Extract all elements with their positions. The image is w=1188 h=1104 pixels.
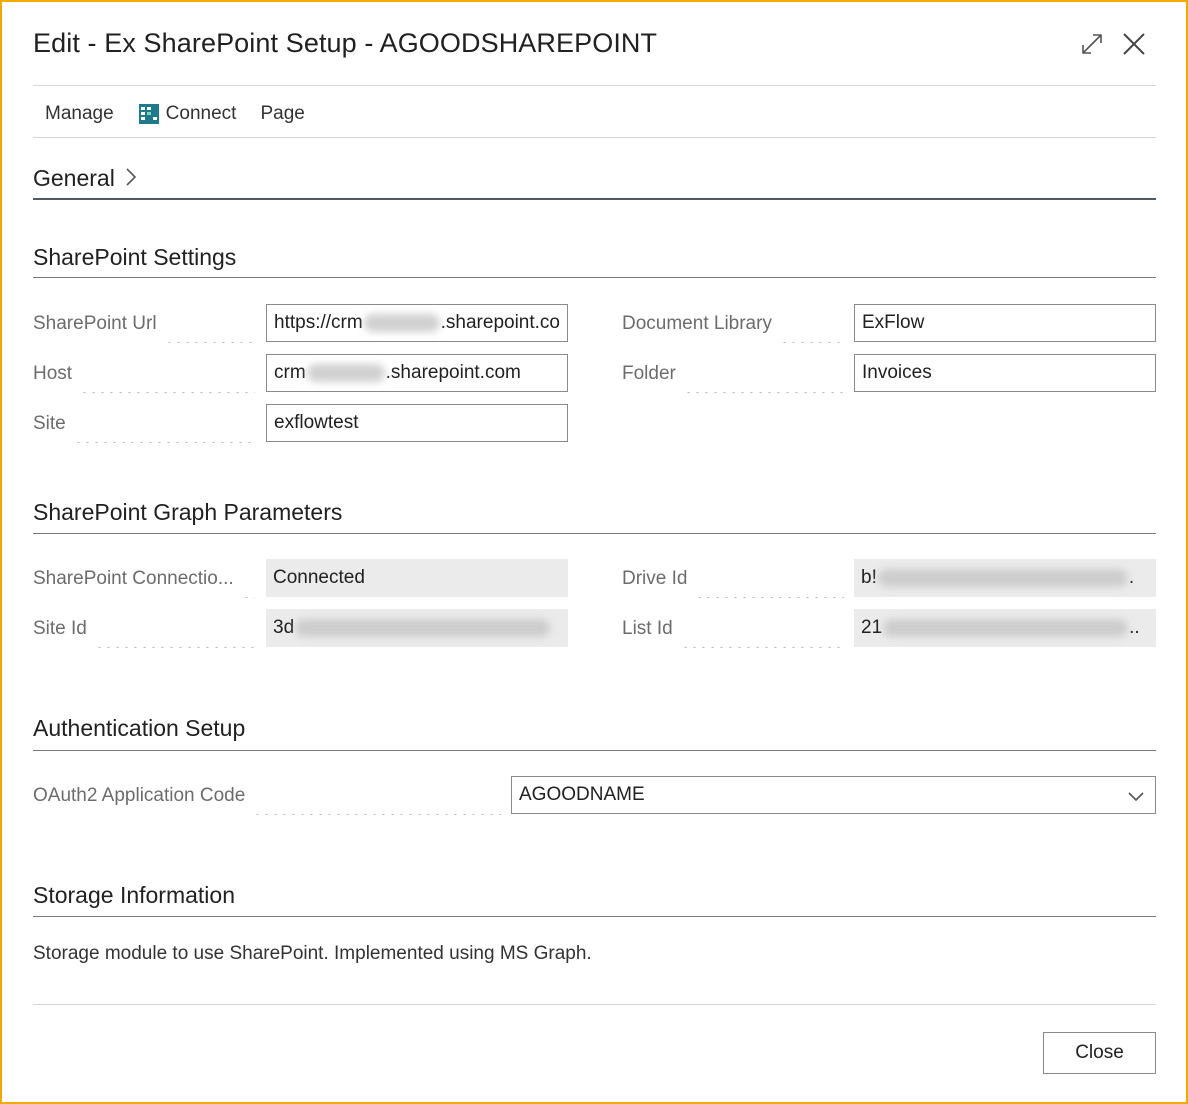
site-id-value: 3d [266, 609, 568, 647]
redacted-text [363, 314, 440, 332]
site-label: Site [33, 405, 255, 443]
sharepoint-connection-label: SharePoint Connectio... [33, 560, 255, 598]
site-id-label: Site Id [33, 610, 255, 648]
expand-icon [1082, 34, 1102, 54]
sharepoint-connection-value: Connected [266, 559, 568, 597]
section-sharepoint-settings-title: SharePoint Settings [33, 244, 237, 270]
action-manage[interactable]: Manage [33, 98, 126, 130]
document-library-input[interactable]: ExFlow [854, 304, 1156, 342]
folder-label: Folder [622, 355, 844, 393]
close-icon [1123, 33, 1145, 55]
action-bar: Manage Connect Page [33, 98, 317, 130]
drive-id-label: Drive Id [622, 560, 844, 598]
chevron-right-icon [125, 166, 137, 193]
expand-button[interactable] [1076, 28, 1108, 60]
dialog-title: Edit - Ex SharePoint Setup - AGOODSHAREP… [33, 28, 658, 58]
close-button[interactable]: Close [1043, 1032, 1156, 1074]
general-divider [33, 198, 1156, 200]
title-divider [33, 85, 1156, 86]
action-divider [33, 137, 1156, 138]
action-connect[interactable]: Connect [126, 98, 249, 130]
redacted-text [295, 619, 551, 637]
redacted-text [877, 569, 1128, 587]
storage-divider [33, 916, 1156, 917]
redacted-text [306, 364, 385, 382]
drive-id-value: b! . [854, 559, 1156, 597]
connect-icon [138, 103, 160, 125]
action-page[interactable]: Page [248, 98, 316, 130]
oauth2-application-code-label: OAuth2 Application Code [33, 777, 501, 815]
section-graph-parameters-title: SharePoint Graph Parameters [33, 499, 343, 525]
chevron-down-icon [1127, 788, 1145, 810]
site-input[interactable]: exflowtest [266, 404, 568, 442]
host-label: Host [33, 355, 255, 393]
document-library-label: Document Library [622, 305, 844, 343]
host-input[interactable]: crm .sharepoint.com [266, 354, 568, 392]
sharepoint-url-input[interactable]: https://crm .sharepoint.co [266, 304, 568, 342]
storage-description: Storage module to use SharePoint. Implem… [33, 943, 592, 964]
close-window-button[interactable] [1118, 28, 1150, 60]
section-general-header[interactable]: General [33, 165, 137, 193]
redacted-text [883, 619, 1129, 637]
list-id-value: 21 .. [854, 609, 1156, 647]
section-authentication-title: Authentication Setup [33, 715, 246, 741]
graph-parameters-divider [33, 533, 1156, 534]
sharepoint-settings-divider [33, 277, 1156, 278]
authentication-divider [33, 750, 1156, 751]
sharepoint-url-label: SharePoint Url [33, 305, 255, 343]
folder-input[interactable]: Invoices [854, 354, 1156, 392]
oauth2-application-code-select[interactable]: AGOODNAME [511, 776, 1156, 814]
footer-divider [33, 1004, 1156, 1005]
list-id-label: List Id [622, 610, 844, 648]
section-storage-title: Storage Information [33, 882, 236, 908]
edit-dialog: Edit - Ex SharePoint Setup - AGOODSHAREP… [0, 0, 1188, 1104]
